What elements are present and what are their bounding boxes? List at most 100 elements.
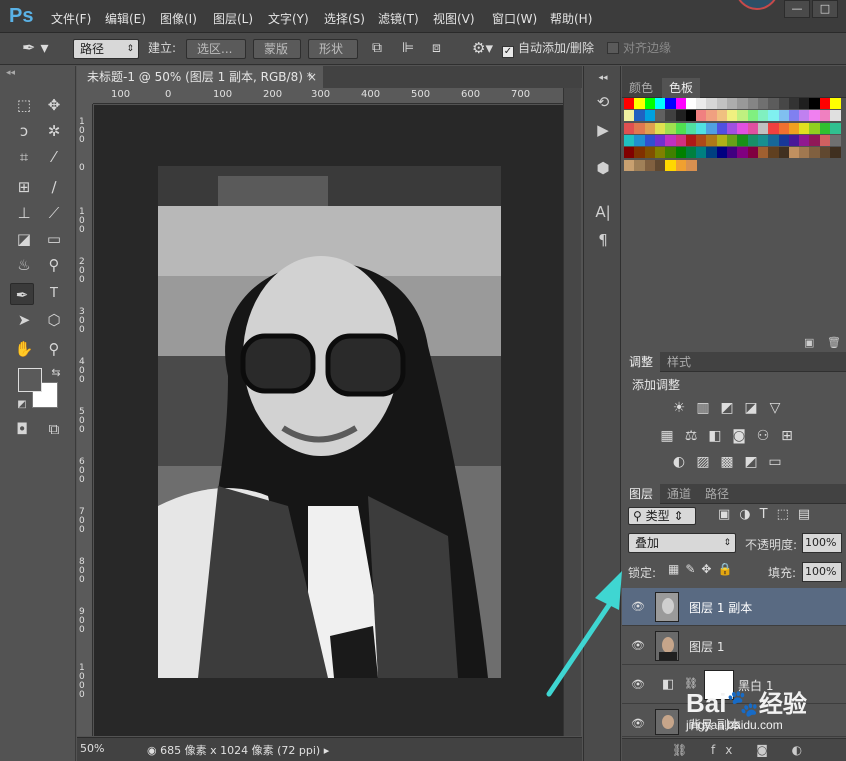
opacity-input[interactable]: 100% bbox=[802, 533, 842, 553]
menu-select[interactable]: 选择(S) bbox=[324, 10, 365, 27]
mask-button[interactable]: 蒙版 bbox=[253, 39, 301, 59]
tab-channels[interactable]: 通道 bbox=[660, 484, 698, 504]
character-panel-icon[interactable]: A| bbox=[593, 202, 613, 222]
threshold-icon[interactable]: ▩ bbox=[718, 454, 736, 470]
default-colors-icon[interactable]: ◩ bbox=[10, 394, 34, 416]
fill-input[interactable]: 100% bbox=[802, 562, 842, 582]
screen-mode-icon[interactable]: ⧉ bbox=[42, 418, 66, 440]
lasso-tool-icon[interactable]: ↄ bbox=[12, 120, 36, 142]
zoom-tool-icon[interactable]: ⚲ bbox=[42, 338, 66, 360]
tab-color[interactable]: 颜色 bbox=[622, 78, 660, 98]
menu-edit[interactable]: 编辑(E) bbox=[105, 10, 146, 27]
collapse-dock-icon[interactable]: ◂◂ bbox=[593, 68, 613, 88]
document-info[interactable]: ◉ 685 像素 x 1024 像素 (72 ppi) ▸ bbox=[147, 742, 329, 758]
levels-icon[interactable]: ▥ bbox=[694, 400, 712, 416]
dodge-tool-icon[interactable]: ⚲ bbox=[42, 254, 66, 276]
paragraph-panel-icon[interactable]: ¶ bbox=[593, 230, 613, 250]
layer-row[interactable]: 👁 图层 1 副本 bbox=[622, 588, 846, 626]
gear-icon[interactable]: ⚙▾ bbox=[472, 39, 493, 59]
gradient-map-icon[interactable]: ▭ bbox=[766, 454, 784, 470]
tab-paths[interactable]: 路径 bbox=[698, 484, 736, 504]
document-tab[interactable]: 未标题-1 @ 50% (图层 1 副本, RGB/8) * × bbox=[77, 66, 323, 88]
layer-row[interactable]: 👁 图层 1 bbox=[622, 627, 846, 665]
menu-help[interactable]: 帮助(H) bbox=[550, 10, 592, 27]
menu-file[interactable]: 文件(F) bbox=[51, 10, 91, 27]
color-balance-icon[interactable]: ⚖ bbox=[682, 428, 700, 444]
menu-type[interactable]: 文字(Y) bbox=[268, 10, 309, 27]
align-edges-checkbox[interactable] bbox=[607, 42, 619, 54]
hand-tool-icon[interactable]: ✋ bbox=[12, 338, 36, 360]
blend-mode-select[interactable]: 叠加 ⇕ bbox=[628, 533, 736, 553]
selective-color-icon[interactable]: ◩ bbox=[742, 454, 760, 470]
exposure-icon[interactable]: ◪ bbox=[742, 400, 760, 416]
actions-play-icon[interactable]: ▶ bbox=[593, 120, 613, 140]
pen-tool-icon[interactable]: ✒ bbox=[10, 283, 34, 305]
channel-mixer-icon[interactable]: ⚇ bbox=[754, 428, 772, 444]
menu-window[interactable]: 窗口(W) bbox=[492, 10, 537, 27]
quick-mask-icon[interactable]: ◘ bbox=[10, 418, 34, 440]
menu-view[interactable]: 视图(V) bbox=[433, 10, 475, 27]
collapse-toolbar-icon[interactable]: ◂◂ bbox=[6, 68, 15, 78]
zoom-level[interactable]: 50% bbox=[80, 742, 104, 755]
color-swatch[interactable] bbox=[830, 122, 841, 134]
path-selection-icon[interactable]: ➤ bbox=[12, 309, 36, 331]
clone-stamp-icon[interactable]: ⊥ bbox=[12, 202, 36, 224]
vertical-ruler[interactable]: 1 0 0 0 1 0 0 2 0 0 3 0 0 4 0 0 5 0 0 6 … bbox=[77, 104, 93, 736]
visibility-eye-icon[interactable]: 👁 bbox=[631, 717, 645, 730]
horizontal-ruler[interactable]: 100 0 100 200 300 400 500 600 700 bbox=[93, 88, 563, 104]
type-tool-icon[interactable]: T bbox=[42, 283, 66, 305]
path-arrange-icon[interactable]: ⧈ bbox=[432, 39, 441, 59]
tab-swatches[interactable]: 色板 bbox=[662, 78, 701, 98]
menu-layer[interactable]: 图层(L) bbox=[213, 10, 253, 27]
auto-add-checkbox[interactable]: ✓ bbox=[502, 46, 514, 58]
crop-tool-icon[interactable]: ⌗ bbox=[12, 146, 36, 168]
lock-icons[interactable]: ▦✎✥🔒 bbox=[668, 562, 738, 576]
ruler-origin[interactable] bbox=[77, 88, 93, 104]
history-panel-icon[interactable]: ⟲ bbox=[593, 92, 613, 112]
brush-tool-icon[interactable]: ∕ bbox=[42, 176, 66, 198]
history-brush-icon[interactable]: ⟋ bbox=[42, 202, 66, 224]
maximize-button[interactable]: □ bbox=[812, 0, 838, 18]
invert-icon[interactable]: ◐ bbox=[670, 454, 688, 470]
move-tool-icon[interactable]: ✥ bbox=[42, 94, 66, 116]
path-operations-icon[interactable]: ⧉ bbox=[372, 39, 382, 59]
swap-colors-icon[interactable]: ⇆ bbox=[44, 362, 68, 384]
shape-button[interactable]: 形状 bbox=[308, 39, 358, 59]
minimize-button[interactable]: — bbox=[784, 0, 810, 18]
layer-name[interactable]: 图层 1 bbox=[689, 638, 724, 655]
tab-styles[interactable]: 样式 bbox=[660, 352, 698, 372]
menu-image[interactable]: 图像(I) bbox=[160, 10, 197, 27]
eyedropper-icon[interactable]: ⁄ bbox=[42, 146, 66, 168]
color-swatch[interactable] bbox=[830, 98, 841, 109]
vertical-scrollbar[interactable] bbox=[563, 88, 581, 736]
path-alignment-icon[interactable]: ⊫ bbox=[402, 39, 414, 59]
pen-mode-select[interactable]: 路径 ⇕ bbox=[73, 39, 139, 59]
account-badge[interactable] bbox=[735, 0, 779, 10]
posterize-icon[interactable]: ▨ bbox=[694, 454, 712, 470]
visibility-eye-icon[interactable]: 👁 bbox=[631, 678, 645, 691]
layers-footer-buttons[interactable]: ⛓ fx ◙ ◐ ▬ ▣ 🗑 bbox=[622, 738, 846, 761]
color-swatch[interactable] bbox=[830, 134, 841, 146]
align-edges-option[interactable]: 对齐边缘 bbox=[607, 39, 671, 59]
black-white-icon[interactable]: ◧ bbox=[706, 428, 724, 444]
layer-filter-icons[interactable]: ▣◑T⬚▤ bbox=[718, 507, 819, 522]
photo-filter-icon[interactable]: ◙ bbox=[730, 428, 748, 444]
magic-wand-icon[interactable]: ✲ bbox=[42, 120, 66, 142]
new-swatch-icon[interactable]: ▣ bbox=[804, 336, 814, 349]
shape-tool-icon[interactable]: ⬡ bbox=[42, 309, 66, 331]
foreground-color-swatch[interactable] bbox=[18, 368, 42, 392]
visibility-eye-icon[interactable]: 👁 bbox=[631, 639, 645, 652]
healing-brush-icon[interactable]: ⊞ bbox=[12, 176, 36, 198]
menu-filter[interactable]: 滤镜(T) bbox=[378, 10, 419, 27]
eraser-tool-icon[interactable]: ◪ bbox=[12, 228, 36, 250]
delete-swatch-icon[interactable]: 🗑 bbox=[827, 336, 841, 349]
tab-adjustments[interactable]: 调整 bbox=[622, 352, 661, 372]
gradient-tool-icon[interactable]: ▭ bbox=[42, 228, 66, 250]
color-lookup-icon[interactable]: ⊞ bbox=[778, 428, 796, 444]
hue-saturation-icon[interactable]: ▦ bbox=[658, 428, 676, 444]
tab-layers[interactable]: 图层 bbox=[622, 484, 661, 504]
visibility-eye-icon[interactable]: 👁 bbox=[631, 600, 645, 613]
layer-filter-select[interactable]: ⚲ 类型 ⇕ bbox=[628, 507, 696, 525]
pen-tool-preset-icon[interactable]: ✒ ▾ bbox=[22, 39, 49, 59]
blur-tool-icon[interactable]: ♨ bbox=[12, 254, 36, 276]
